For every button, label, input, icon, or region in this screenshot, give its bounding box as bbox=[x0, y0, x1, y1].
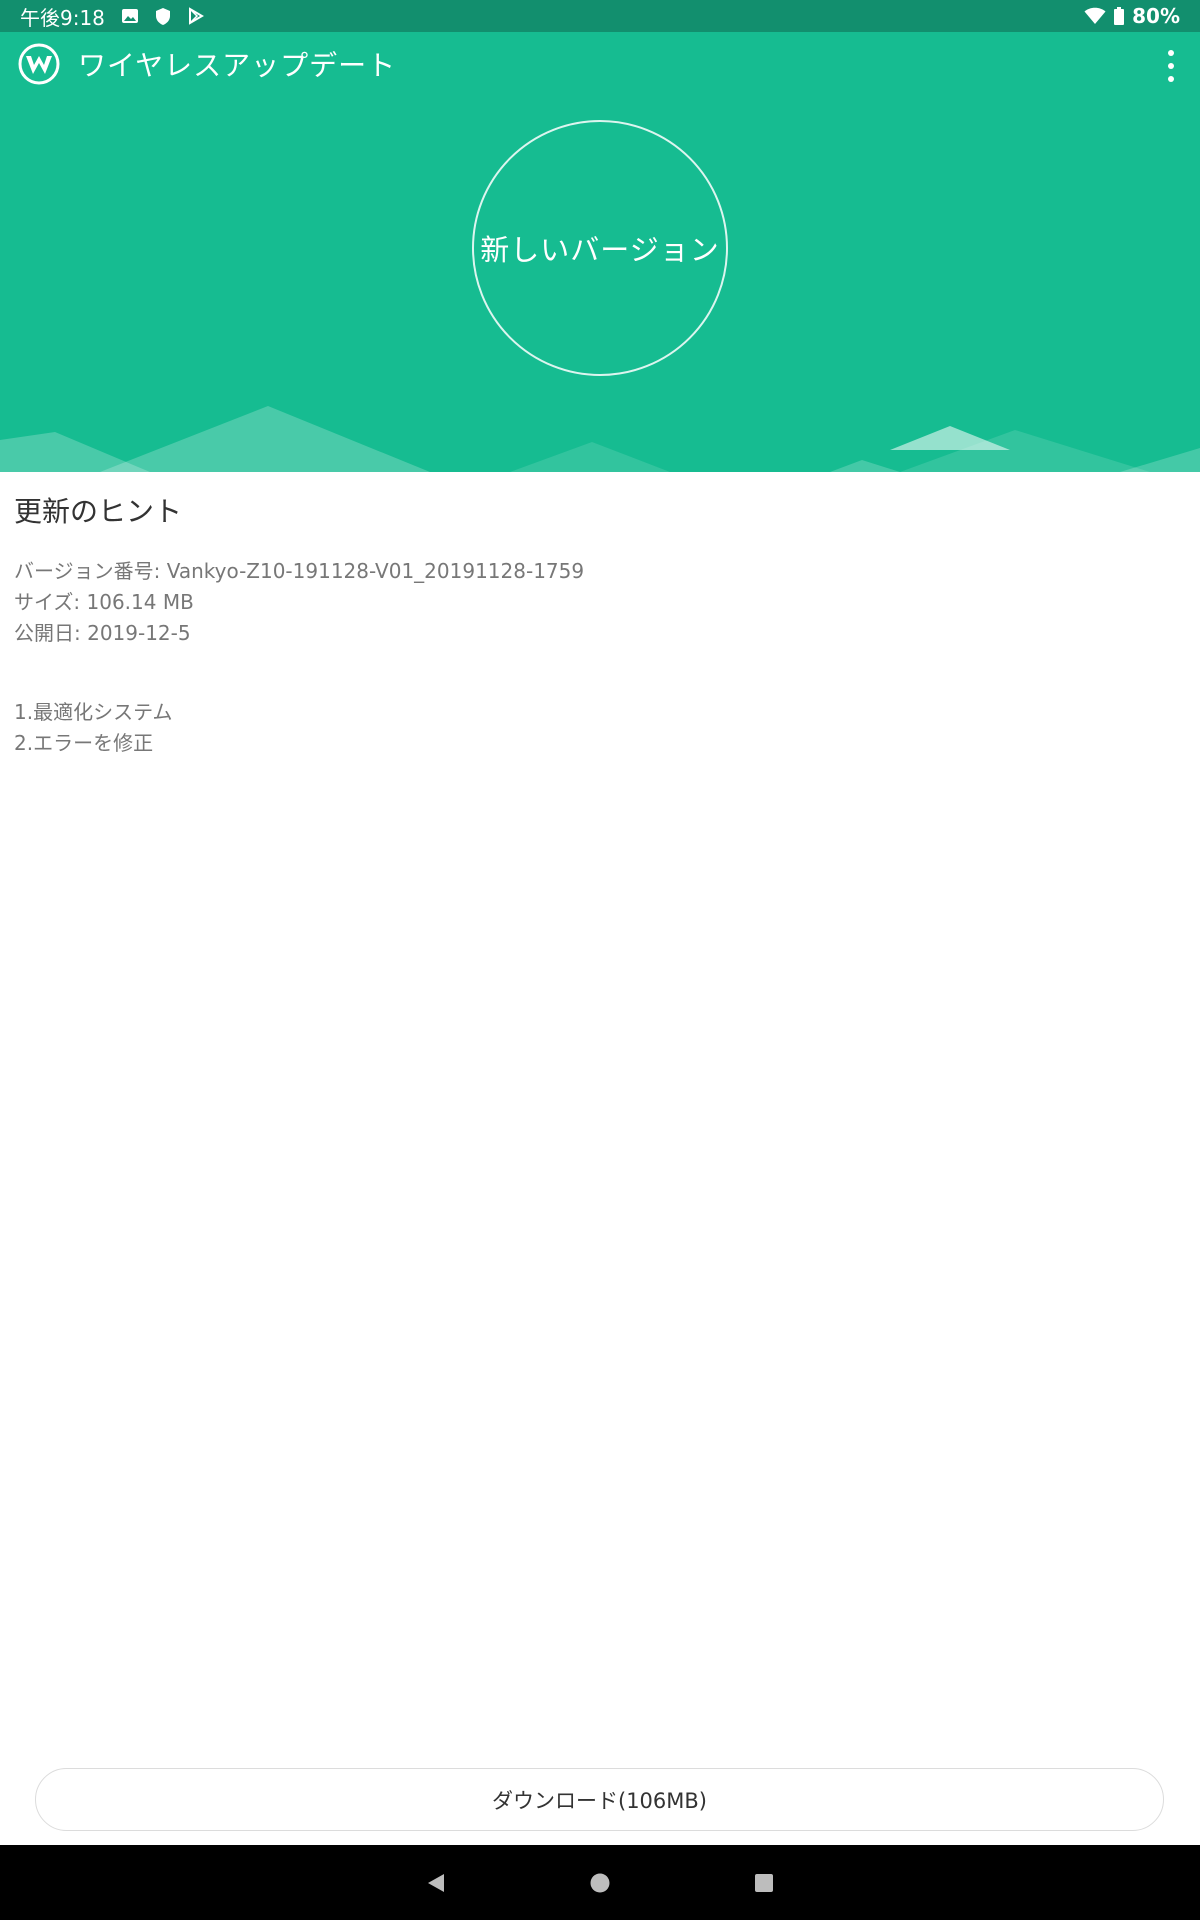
changelog-item: 1.最適化システム bbox=[14, 700, 173, 724]
back-icon[interactable] bbox=[406, 1853, 466, 1913]
update-info-section: 更新のヒント バージョン番号: Vankyo-Z10-191128-V01_20… bbox=[14, 490, 1184, 759]
changelog: 1.最適化システム 2.エラーを修正 bbox=[14, 697, 1184, 759]
status-bar: 午後9:18 80% bbox=[0, 0, 1200, 32]
hero-header: ワイヤレスアップデート 新しいバージョン bbox=[0, 32, 1200, 472]
battery-icon bbox=[1114, 7, 1125, 25]
version-number: バージョン番号: Vankyo-Z10-191128-V01_20191128-… bbox=[14, 559, 585, 583]
wifi-icon bbox=[1084, 7, 1106, 25]
status-time: 午後9:18 bbox=[20, 5, 105, 30]
wireless-update-logo-icon bbox=[18, 43, 60, 85]
home-icon[interactable] bbox=[570, 1853, 630, 1913]
file-size: サイズ: 106.14 MB bbox=[14, 590, 194, 614]
release-date: 公開日: 2019-12-5 bbox=[14, 621, 191, 645]
recents-icon[interactable] bbox=[734, 1853, 794, 1913]
more-vert-icon[interactable] bbox=[1166, 50, 1176, 82]
app-bar: ワイヤレスアップデート bbox=[0, 32, 1200, 96]
shield-icon bbox=[155, 7, 171, 26]
play-store-icon bbox=[187, 7, 205, 25]
new-version-label: 新しいバージョン bbox=[480, 233, 720, 267]
battery-level: 80% bbox=[1132, 4, 1180, 28]
image-icon bbox=[121, 7, 139, 25]
section-title: 更新のヒント bbox=[14, 495, 183, 528]
download-button[interactable]: ダウンロード(106MB) bbox=[35, 1768, 1164, 1831]
new-version-status: 新しいバージョン bbox=[472, 120, 728, 376]
changelog-item: 2.エラーを修正 bbox=[14, 731, 154, 755]
download-button-label: ダウンロード(106MB) bbox=[492, 1788, 707, 1813]
system-nav-bar bbox=[0, 1845, 1200, 1920]
app-title: ワイヤレスアップデート bbox=[78, 49, 397, 82]
